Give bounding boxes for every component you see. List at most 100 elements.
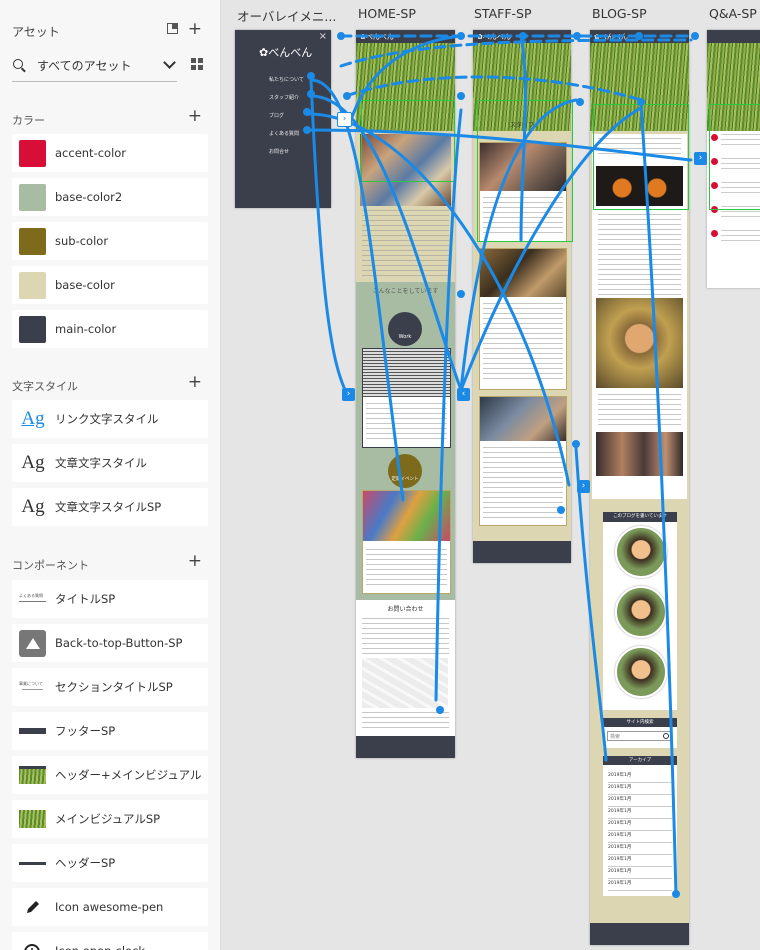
artboard-link-handle[interactable]: ‹: [457, 388, 470, 401]
archive-item[interactable]: 2019年1月: [608, 844, 672, 855]
component-row[interactable]: 事業について セクションタイトルSP: [12, 668, 208, 706]
component-row[interactable]: Icon awesome-pen: [12, 888, 208, 926]
search-icon[interactable]: [663, 733, 669, 739]
add-component-icon[interactable]: +: [188, 553, 202, 570]
text-style-row[interactable]: Ag 文章文字スタイル: [12, 444, 208, 482]
component-row[interactable]: フッターSP: [12, 712, 208, 750]
overlay-menu-item[interactable]: よくある質問: [269, 130, 299, 137]
archive-item[interactable]: 2019年1月: [608, 808, 672, 819]
component-row[interactable]: ヘッダー+メインビジュアル: [12, 756, 208, 794]
text-style-sample: Ag: [21, 452, 45, 473]
overlay-menu-item[interactable]: スタッフ紹介: [269, 94, 299, 101]
component-row[interactable]: ヘッダーSP: [12, 844, 208, 882]
archive-item[interactable]: 2019年1月: [608, 856, 672, 867]
grid-view-icon[interactable]: [191, 58, 203, 70]
link-dot[interactable]: [337, 32, 345, 40]
overlay-menu-item[interactable]: ブログ: [269, 112, 284, 119]
link-dot[interactable]: [457, 92, 465, 100]
component-name: フッターSP: [55, 724, 116, 738]
component-row[interactable]: メインビジュアルSP: [12, 800, 208, 838]
archive-item[interactable]: 2019年1月: [608, 832, 672, 843]
text-style-row[interactable]: Ag 文章文字スタイルSP: [12, 488, 208, 526]
archive-item[interactable]: 2019年1月: [608, 880, 672, 891]
color-swatch-row[interactable]: accent-color: [12, 134, 208, 172]
link-dot[interactable]: [303, 108, 311, 116]
link-dot[interactable]: [572, 440, 580, 448]
hotspot-blog[interactable]: [593, 104, 689, 210]
link-dot[interactable]: [691, 32, 699, 40]
open-panel-icon[interactable]: [167, 23, 178, 34]
staff-card-3: [479, 396, 567, 526]
color-swatch-row[interactable]: main-color: [12, 310, 208, 348]
link-dot[interactable]: [307, 72, 315, 80]
color-swatch-row[interactable]: sub-color: [12, 222, 208, 260]
component-name: Icon awesome-pen: [55, 900, 164, 914]
hotspot-home[interactable]: [361, 100, 455, 182]
link-dot[interactable]: [457, 290, 465, 298]
overlay-menu-item[interactable]: 私たちについて: [269, 76, 304, 83]
component-name: メインビジュアルSP: [55, 812, 161, 826]
artboard-title-staff[interactable]: STAFF-SP: [474, 6, 532, 21]
close-icon[interactable]: ×: [319, 31, 327, 42]
section-title-thumb: 事業について: [19, 678, 46, 696]
text-style-row[interactable]: Ag リンク文字スタイル: [12, 400, 208, 438]
link-dot[interactable]: [557, 506, 565, 514]
component-row[interactable]: Icon open-clock: [12, 932, 208, 950]
link-dot[interactable]: [576, 98, 584, 106]
link-dot[interactable]: [307, 90, 315, 98]
link-dot[interactable]: [637, 98, 645, 106]
link-dot[interactable]: [573, 32, 581, 40]
main-visual-thumb: [19, 810, 46, 828]
link-dot[interactable]: [436, 706, 444, 714]
asset-filter[interactable]: すべてのアセット: [12, 55, 177, 82]
artboard-link-handle[interactable]: ›: [577, 480, 590, 493]
artboard-title-overlay-menu[interactable]: オーバレイメニ...: [237, 6, 336, 25]
component-name: ヘッダーSP: [55, 856, 116, 870]
chevron-down-icon[interactable]: [163, 56, 176, 69]
design-canvas[interactable]: オーバレイメニ... HOME-SP STAFF-SP BLOG-SP Q&A-…: [221, 0, 760, 950]
artboard-title-qa[interactable]: Q&A-SP: [709, 6, 757, 21]
blog-search-widget: サイト内検索 検索: [603, 718, 677, 748]
link-dot[interactable]: [343, 92, 351, 100]
archive-item[interactable]: 2019年1月: [608, 772, 672, 783]
add-asset-icon[interactable]: +: [188, 21, 202, 38]
footer-thumb: [19, 722, 46, 740]
staff-footer: [473, 541, 571, 563]
artboard-title-home[interactable]: HOME-SP: [358, 6, 416, 21]
blog-search-input[interactable]: 検索: [607, 731, 671, 741]
link-dot[interactable]: [519, 32, 527, 40]
archive-item[interactable]: 2019年1月: [608, 784, 672, 795]
archive-item[interactable]: 2019年1月: [608, 820, 672, 831]
artboard-link-handle[interactable]: ›: [342, 388, 355, 401]
artboard-link-handle[interactable]: ›: [694, 152, 707, 165]
blog-profile-card: このブログを書いています: [603, 512, 677, 710]
color-swatch: [19, 271, 46, 299]
color-swatch-row[interactable]: base-color2: [12, 178, 208, 216]
artboard-link-handle[interactable]: ›: [337, 112, 352, 127]
artboard-title-blog[interactable]: BLOG-SP: [592, 6, 647, 21]
hotspot-qa[interactable]: [709, 104, 760, 210]
artboard-overlay-menu[interactable]: × ✿べんべん 私たちについて スタッフ紹介 ブログよくある質問 お問合せ: [235, 30, 331, 208]
add-color-icon[interactable]: +: [188, 108, 202, 125]
overlay-menu-item[interactable]: お問合せ: [269, 148, 289, 155]
archive-item[interactable]: 2019年1月: [608, 868, 672, 879]
assets-panel: アセット + すべてのアセット カラー + accent-color base-c…: [0, 0, 221, 950]
blog-logo: ✿べんべん: [594, 33, 628, 41]
link-dot[interactable]: [457, 32, 465, 40]
assets-title: アセット: [12, 25, 60, 39]
overlay-logo: ✿べんべん: [259, 46, 313, 59]
component-row[interactable]: よくある質問 タイトルSP: [12, 580, 208, 618]
archive-item[interactable]: 2019年1月: [608, 796, 672, 807]
home-event-card: [362, 490, 451, 594]
link-dot[interactable]: [635, 32, 643, 40]
color-swatch-row[interactable]: base-color: [12, 266, 208, 304]
component-row[interactable]: Back-to-top-Button-SP: [12, 624, 208, 662]
add-text-style-icon[interactable]: +: [188, 374, 202, 391]
link-dot[interactable]: [303, 126, 311, 134]
asset-filter-label: すべてのアセット: [37, 59, 132, 73]
color-swatch: [19, 227, 46, 255]
qa-header: [707, 30, 760, 43]
hotspot-staff[interactable]: [477, 100, 573, 242]
blog-photo-group: [596, 432, 683, 476]
link-dot[interactable]: [672, 890, 680, 898]
